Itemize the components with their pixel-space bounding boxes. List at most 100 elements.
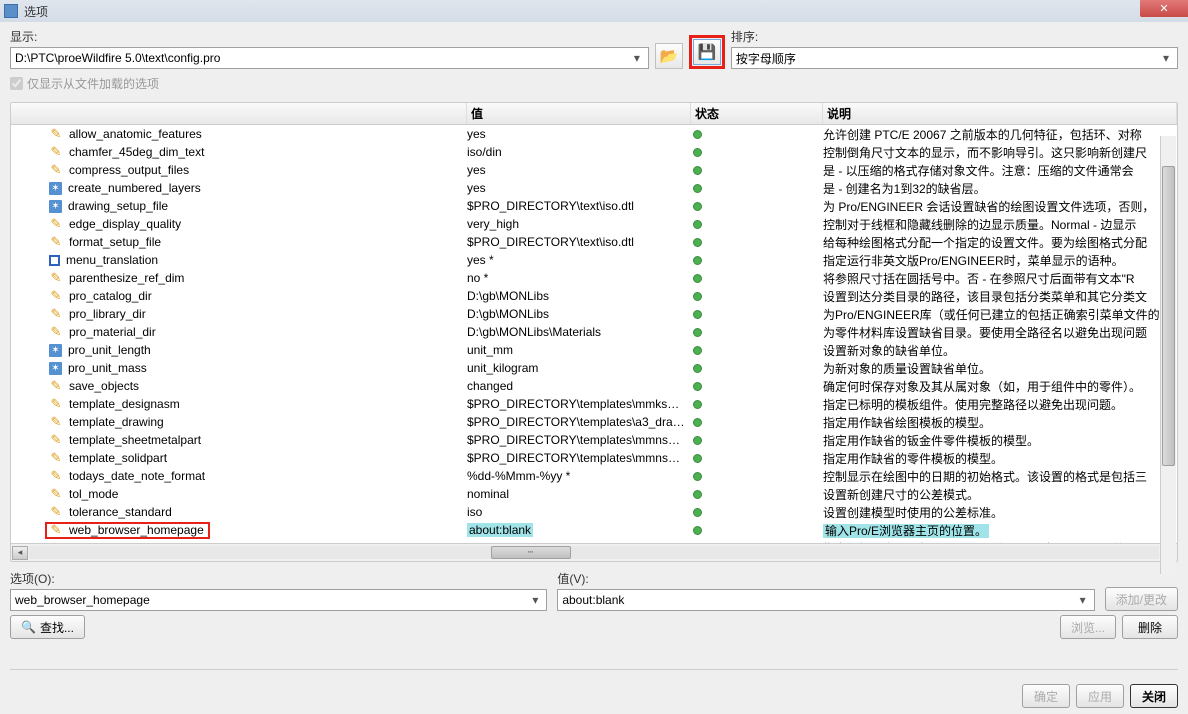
- option-value-cell: unit_mm: [467, 343, 691, 357]
- delete-button[interactable]: 删除: [1122, 615, 1178, 639]
- desc-cell: 为 Pro/ENGINEER 会话设置缺省的绘图设置文件选项，否则，: [823, 198, 1177, 215]
- option-name: parenthesize_ref_dim: [69, 271, 184, 285]
- wand-icon: ✎: [49, 325, 63, 339]
- search-icon: 🔍: [21, 620, 36, 634]
- table-row[interactable]: ✎tolerance_standardiso设置创建模型时使用的公差标准。: [11, 503, 1177, 521]
- scroll-thumb[interactable]: ┅: [491, 546, 571, 559]
- horizontal-scrollbar[interactable]: ◂ ┅ ▸: [11, 543, 1177, 561]
- value-label: 值(V):: [557, 570, 1094, 587]
- table-row[interactable]: ✎edge_display_qualityvery_high控制对于线框和隐藏线…: [11, 215, 1177, 233]
- option-value-cell: about:blank: [467, 523, 691, 537]
- table-row[interactable]: ✶create_numbered_layersyes是 - 创建名为1到32的缺…: [11, 179, 1177, 197]
- status-dot-icon: [693, 328, 702, 337]
- desc-cell: 是 - 以压缩的格式存储对象文件。注意：压缩的文件通常会: [823, 162, 1177, 179]
- desc-cell: 控制对于线框和隐藏线删除的边显示质量。Normal - 边显示: [823, 216, 1177, 233]
- status-dot-icon: [693, 238, 702, 247]
- status-dot-icon: [693, 148, 702, 157]
- option-name: pro_catalog_dir: [69, 289, 152, 303]
- grid-body[interactable]: ✎allow_anatomic_featuresyes允许创建 PTC/E 20…: [11, 125, 1177, 543]
- save-button[interactable]: 💾: [693, 39, 721, 65]
- status-cell: [691, 238, 823, 247]
- table-row[interactable]: ✎todays_date_note_format%dd-%Mmm-%yy *控制…: [11, 467, 1177, 485]
- find-button[interactable]: 🔍 查找...: [10, 615, 85, 639]
- dropdown-icon: ▾: [1075, 592, 1091, 608]
- close-dialog-button[interactable]: 关闭: [1130, 684, 1178, 708]
- desc-cell: 指定用作缺省的零件模板的模型。: [823, 450, 1177, 467]
- status-cell: [691, 328, 823, 337]
- option-value-cell: very_high: [467, 217, 691, 231]
- option-value-cell: changed: [467, 379, 691, 393]
- table-row[interactable]: ✎pro_library_dirD:\gb\MONLibs为Pro/ENGINE…: [11, 305, 1177, 323]
- wand-icon: ✎: [49, 235, 63, 249]
- header-status[interactable]: 状态: [691, 103, 823, 124]
- desc-cell: 是 - 创建名为1到32的缺省层。: [823, 180, 1177, 197]
- header-value[interactable]: 值: [467, 103, 691, 124]
- status-cell: [691, 274, 823, 283]
- sort-combo[interactable]: 按字母顺序 ▾: [731, 47, 1178, 69]
- option-value-cell: $PRO_DIRECTORY\templates\mmks_asm...: [467, 397, 691, 411]
- option-name: pro_material_dir: [69, 325, 156, 339]
- apply-button: 应用: [1076, 684, 1124, 708]
- floppy-disk-icon: 💾: [697, 43, 716, 61]
- desc-cell: 给每种绘图格式分配一个指定的设置文件。要为绘图格式分配: [823, 234, 1177, 251]
- display-combo[interactable]: D:\PTC\proeWildfire 5.0\text\config.pro …: [10, 47, 649, 69]
- header-desc[interactable]: 说明: [823, 103, 1177, 124]
- table-row[interactable]: ✎pro_catalog_dirD:\gb\MONLibs设置到达分类目录的路径…: [11, 287, 1177, 305]
- dropdown-icon: ▾: [1158, 50, 1174, 66]
- apply-label: 应用: [1088, 688, 1112, 705]
- open-folder-button[interactable]: 📂: [655, 43, 683, 69]
- table-row[interactable]: ✎chamfer_45deg_dim_textiso/din控制倒角尺寸文本的显…: [11, 143, 1177, 161]
- table-row[interactable]: ✎save_objectschanged确定何时保存对象及其从属对象（如，用于组…: [11, 377, 1177, 395]
- status-dot-icon: [693, 472, 702, 481]
- option-name: format_setup_file: [69, 235, 161, 249]
- grid-header: 值 状态 说明: [11, 103, 1177, 125]
- option-name: web_browser_homepage: [69, 523, 204, 537]
- table-row[interactable]: ✎compress_output_filesyes是 - 以压缩的格式存储对象文…: [11, 161, 1177, 179]
- status-cell: [691, 490, 823, 499]
- table-row[interactable]: ✎web_browser_homepageabout:blank输入Pro/E浏…: [11, 521, 1177, 539]
- table-row[interactable]: menu_translationyes *指定运行非英文版Pro/ENGINEE…: [11, 251, 1177, 269]
- option-name: pro_unit_length: [68, 343, 151, 357]
- add-change-button: 添加/更改: [1105, 587, 1178, 611]
- table-row[interactable]: ✎parenthesize_ref_dimno *将参照尺寸括在圆括号中。否 -…: [11, 269, 1177, 287]
- option-name: edge_display_quality: [69, 217, 181, 231]
- table-row[interactable]: ✎pro_material_dirD:\gb\MONLibs\Materials…: [11, 323, 1177, 341]
- status-dot-icon: [693, 346, 702, 355]
- value-input[interactable]: about:blank ▾: [557, 589, 1094, 611]
- option-input[interactable]: web_browser_homepage ▾: [10, 589, 547, 611]
- close-button[interactable]: ✕: [1140, 0, 1188, 17]
- option-name: allow_anatomic_features: [69, 127, 202, 141]
- header-name[interactable]: [11, 103, 467, 124]
- vscroll-thumb[interactable]: [1162, 166, 1175, 466]
- table-row[interactable]: ✎template_drawing$PRO_DIRECTORY\template…: [11, 413, 1177, 431]
- option-value-cell: yes: [467, 127, 691, 141]
- desc-cell: 设置新对象的缺省单位。: [823, 342, 1177, 359]
- show-loaded-only-checkbox: [10, 77, 23, 90]
- table-row[interactable]: ✎tol_modenominal设置新创建尺寸的公差模式。: [11, 485, 1177, 503]
- wand-icon: ✎: [49, 163, 63, 177]
- close-label: 关闭: [1142, 688, 1166, 705]
- status-dot-icon: [693, 436, 702, 445]
- table-row[interactable]: ✎format_setup_file$PRO_DIRECTORY\text\is…: [11, 233, 1177, 251]
- status-cell: [691, 418, 823, 427]
- table-row[interactable]: ✎template_sheetmetalpart$PRO_DIRECTORY\t…: [11, 431, 1177, 449]
- option-name: todays_date_note_format: [69, 469, 205, 483]
- status-cell: [691, 346, 823, 355]
- desc-cell: 确定何时保存对象及其从属对象（如，用于组件中的零件）。: [823, 378, 1177, 395]
- desc-cell: 将参照尺寸括在圆括号中。否 - 在参照尺寸后面带有文本"R: [823, 270, 1177, 287]
- table-row[interactable]: ✎template_solidpart$PRO_DIRECTORY\templa…: [11, 449, 1177, 467]
- table-row[interactable]: ✶drawing_setup_file$PRO_DIRECTORY\text\i…: [11, 197, 1177, 215]
- scroll-left-icon[interactable]: ◂: [12, 546, 28, 560]
- table-row[interactable]: ✶pro_unit_massunit_kilogram为新对象的质量设置缺省单位…: [11, 359, 1177, 377]
- desc-cell: 输入Pro/E浏览器主页的位置。: [823, 522, 1177, 539]
- table-row[interactable]: ✎allow_anatomic_featuresyes允许创建 PTC/E 20…: [11, 125, 1177, 143]
- wand-icon: ✎: [49, 469, 63, 483]
- table-row[interactable]: ✎template_designasm$PRO_DIRECTORY\templa…: [11, 395, 1177, 413]
- option-name: template_drawing: [69, 415, 164, 429]
- option-name: tolerance_standard: [69, 505, 172, 519]
- show-loaded-only-label: 仅显示从文件加载的选项: [27, 75, 159, 92]
- desc-cell: 设置创建模型时使用的公差标准。: [823, 504, 1177, 521]
- status-cell: [691, 508, 823, 517]
- vertical-scrollbar[interactable]: [1160, 136, 1176, 574]
- table-row[interactable]: ✶pro_unit_lengthunit_mm设置新对象的缺省单位。: [11, 341, 1177, 359]
